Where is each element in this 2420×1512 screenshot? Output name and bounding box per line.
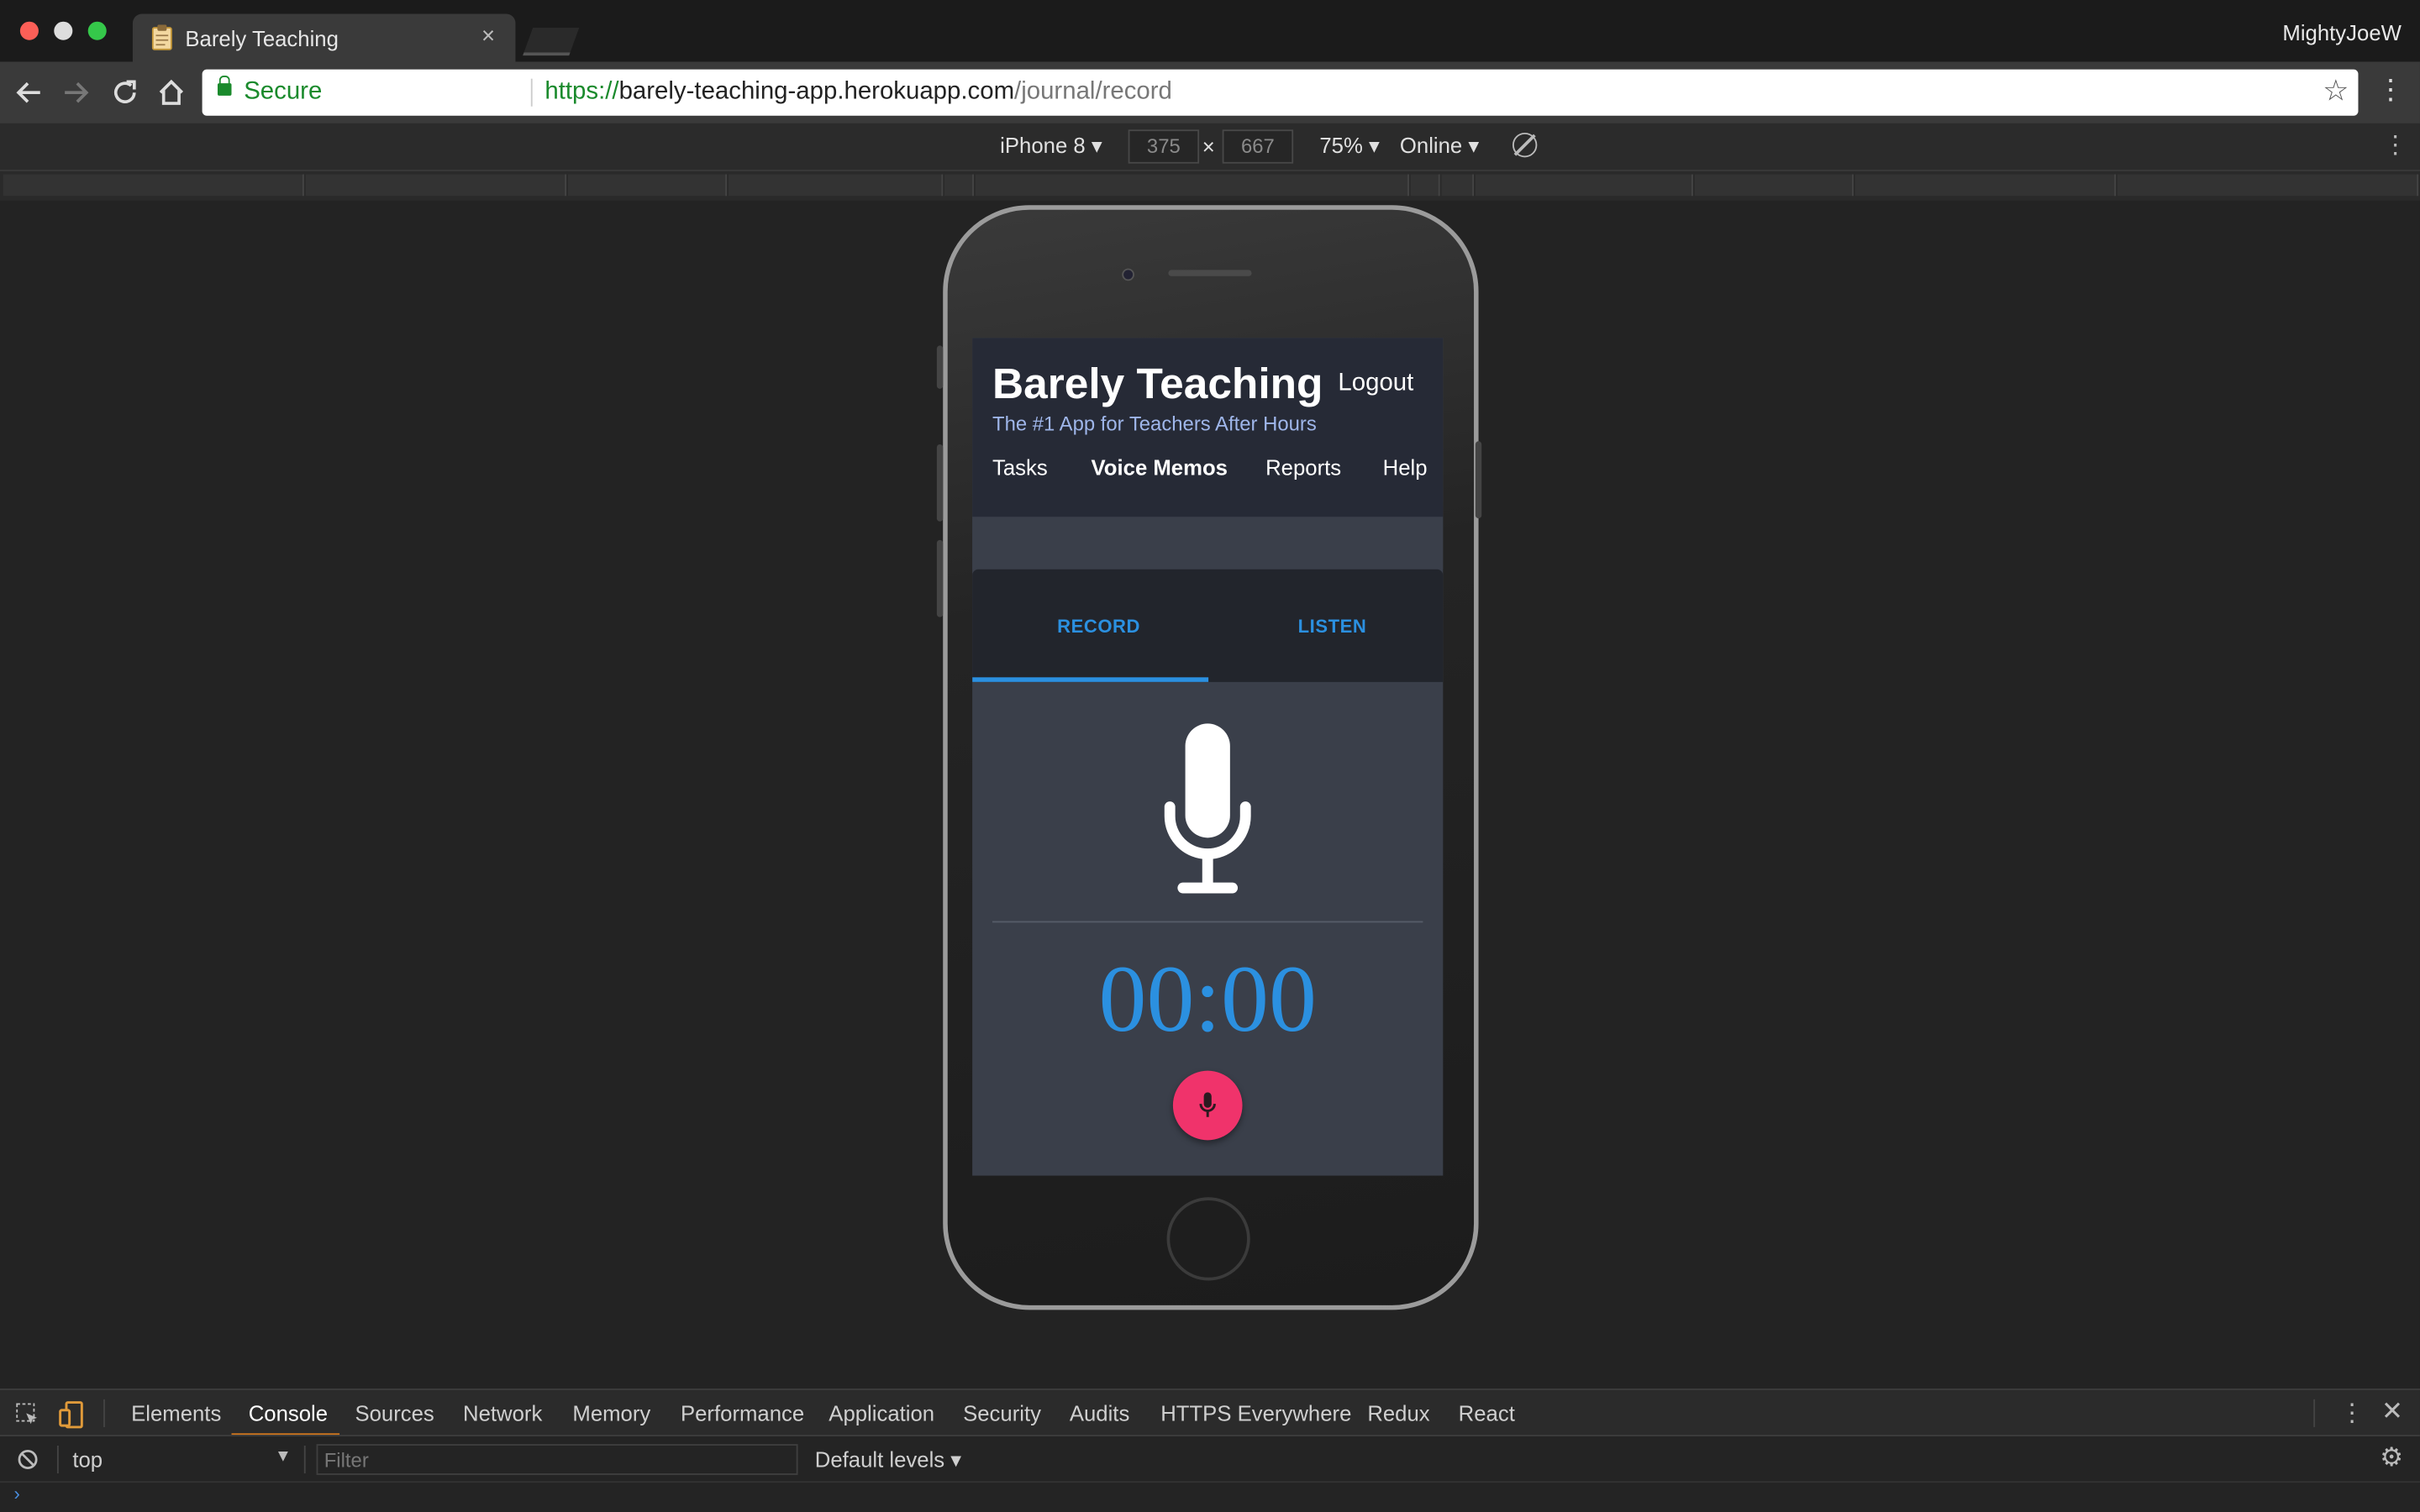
front-camera	[1122, 268, 1134, 281]
app-tagline: The #1 App for Teachers After Hours	[992, 412, 1317, 435]
star-icon[interactable]: ☆	[2323, 74, 2349, 109]
toolbar-separator	[2313, 1399, 2316, 1427]
log-levels-select[interactable]: Default levels ▾	[815, 1447, 961, 1473]
toolbar-separator	[303, 1445, 306, 1474]
devtools-tab-console[interactable]: Console	[249, 1401, 328, 1425]
width-input[interactable]: 375	[1128, 129, 1200, 164]
zoom-value: 75%	[1319, 132, 1363, 158]
devtools-kebab-icon[interactable]: ⋮	[2339, 1398, 2364, 1429]
url-scheme: https://	[544, 78, 619, 105]
section-divider	[992, 921, 1423, 923]
toolbar-separator	[56, 1445, 59, 1474]
height-input[interactable]: 667	[1222, 129, 1294, 164]
devtools-tab-memory[interactable]: Memory	[572, 1401, 650, 1425]
url-path: /journal/record	[1014, 78, 1172, 105]
rotate-icon[interactable]	[1512, 132, 1538, 158]
media-query-bar[interactable]	[0, 171, 2420, 201]
close-icon[interactable]: ✕	[2381, 1396, 2403, 1427]
prompt-chevron-icon: ›	[13, 1483, 20, 1504]
url-host: barely-teaching-app.herokuapp.com	[618, 78, 1015, 105]
mute-switch	[936, 345, 944, 389]
url-text[interactable]: https://barely-teaching-app.herokuapp.co…	[544, 79, 1172, 107]
log-levels-label: Default levels	[814, 1446, 945, 1473]
app-viewport: Barely Teaching Logout The #1 App for Te…	[972, 338, 1444, 1176]
context-dropdown-arrow[interactable]: ▼	[275, 1447, 292, 1466]
devtools-tab-application[interactable]: Application	[829, 1401, 934, 1425]
inspect-icon[interactable]	[15, 1403, 39, 1427]
dimension-times: ×	[1202, 134, 1215, 160]
record-button[interactable]	[1172, 1070, 1243, 1141]
app-header: Barely Teaching Logout The #1 App for Te…	[972, 338, 1444, 517]
devtools-tab-bar: Elements Console Sources Network Memory …	[0, 1389, 2420, 1436]
address-bar[interactable]: Secure https://barely-teaching-app.herok…	[202, 69, 2359, 116]
window-close-dot[interactable]	[19, 21, 39, 40]
app-title[interactable]: Barely Teaching	[992, 360, 1323, 409]
power-button	[1475, 441, 1482, 519]
home-button[interactable]	[1166, 1197, 1250, 1281]
browser-tab[interactable]: Barely Teaching ×	[132, 13, 516, 62]
logout-link[interactable]: Logout	[1338, 370, 1413, 398]
forward-arrow-icon[interactable]	[61, 79, 89, 107]
kebab-menu-icon[interactable]: ⋮	[2377, 74, 2405, 107]
devtools-tab-redux[interactable]: Redux	[1367, 1401, 1429, 1425]
earpiece-speaker	[1168, 270, 1252, 276]
volume-up-button	[936, 444, 944, 522]
record-mic-icon	[1199, 1092, 1216, 1117]
home-icon[interactable]	[157, 79, 185, 107]
window-zoom-dot[interactable]	[87, 21, 107, 40]
devtools-tab-security[interactable]: Security	[963, 1401, 1041, 1425]
memo-tabs: RECORD LISTEN	[972, 569, 1444, 682]
device-name: iPhone 8	[1000, 132, 1086, 158]
toolbar-separator	[103, 1399, 105, 1427]
tab-close-icon[interactable]: ×	[481, 24, 495, 50]
nav-tasks[interactable]: Tasks	[992, 455, 1048, 480]
devtools-tab-performance[interactable]: Performance	[681, 1401, 804, 1425]
context-select[interactable]: top	[72, 1447, 103, 1472]
address-separator	[530, 78, 533, 107]
device-select[interactable]: iPhone 8 ▾	[1000, 133, 1102, 159]
active-tab-indicator	[972, 677, 1209, 682]
back-arrow-icon[interactable]	[15, 79, 43, 107]
devtools-tab-elements[interactable]: Elements	[131, 1401, 221, 1425]
profile-name[interactable]: MightyJoeW	[2282, 20, 2401, 45]
device-toolbar: iPhone 8 ▾ 375 × 667 75% ▾ Online ▾ ⋮	[0, 123, 2420, 171]
tab-record[interactable]: RECORD	[1057, 616, 1140, 638]
recording-timer: 00:00	[1098, 947, 1317, 1053]
console-filter-input[interactable]: Filter	[316, 1444, 798, 1475]
devtools-tab-audits[interactable]: Audits	[1070, 1401, 1129, 1425]
devtools-tab-sources[interactable]: Sources	[355, 1401, 434, 1425]
devtools-tab-network[interactable]: Network	[463, 1401, 542, 1425]
window-minimize-dot[interactable]	[54, 21, 73, 40]
nav-help[interactable]: Help	[1383, 455, 1428, 480]
content-spacer	[972, 517, 1444, 570]
device-toggle-icon[interactable]	[59, 1401, 83, 1429]
reload-icon[interactable]	[111, 79, 139, 107]
network-select[interactable]: Online ▾	[1400, 133, 1479, 159]
settings-gear-icon[interactable]: ⚙	[2380, 1442, 2403, 1473]
console-toolbar: top ▼ Filter Default levels ▾ ⚙	[0, 1435, 2420, 1483]
browser-toolbar: Secure https://barely-teaching-app.herok…	[0, 61, 2420, 123]
console-prompt[interactable]: ›	[0, 1481, 2420, 1512]
clear-console-icon[interactable]	[17, 1449, 39, 1471]
nav-voice-memos[interactable]: Voice Memos	[1092, 455, 1228, 480]
devtools-tab-react[interactable]: React	[1459, 1401, 1515, 1425]
zoom-select[interactable]: 75% ▾	[1319, 133, 1380, 159]
new-tab-button[interactable]	[523, 28, 580, 56]
notepad-favicon	[151, 24, 172, 50]
network-value: Online	[1399, 132, 1463, 158]
nav-reports[interactable]: Reports	[1265, 455, 1341, 480]
devtools-tab-https-everywhere[interactable]: HTTPS Everywhere	[1160, 1401, 1351, 1425]
security-label: Secure	[244, 78, 323, 105]
device-kebab-icon[interactable]: ⋮	[2383, 129, 2407, 160]
tab-listen[interactable]: LISTEN	[1298, 616, 1367, 638]
tab-title: Barely Teaching	[185, 26, 339, 51]
volume-down-button	[936, 539, 944, 617]
browser-tab-strip: Barely Teaching × MightyJoeW	[0, 0, 2420, 62]
microphone-icon	[1164, 723, 1251, 894]
lock-icon	[217, 75, 232, 96]
